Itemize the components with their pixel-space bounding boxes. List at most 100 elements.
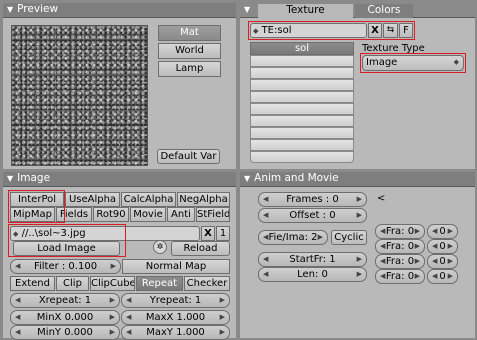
texture-channel-slot[interactable] bbox=[250, 139, 354, 151]
arrow-right-icon[interactable]: ▶ bbox=[220, 294, 225, 307]
image-browse-icon[interactable]: ◆ bbox=[13, 230, 18, 238]
preview-header[interactable]: ▼ Preview bbox=[3, 3, 236, 18]
default-var-button[interactable]: Default Var bbox=[157, 149, 220, 164]
fra-slider[interactable]: ◀ Fra: 0 ▶ bbox=[375, 239, 425, 254]
arrow-left-icon[interactable]: ◀ bbox=[432, 225, 437, 238]
minx-slider[interactable]: ◀ MinX 0.000 ▶ bbox=[10, 310, 120, 325]
texture-browse-icon[interactable]: ◆ bbox=[253, 27, 258, 35]
movie-toggle[interactable]: Movie bbox=[130, 207, 166, 222]
interpol-toggle[interactable]: InterPol bbox=[10, 192, 64, 207]
arrow-left-icon[interactable]: ◀ bbox=[15, 260, 20, 273]
collapse-triangle-icon[interactable]: ▼ bbox=[244, 172, 250, 185]
arrow-left-icon[interactable]: ◀ bbox=[126, 311, 131, 324]
fie-ima-slider[interactable]: ◀ Fie/Ima: 2 ▶ bbox=[258, 230, 328, 245]
texture-channel-slot[interactable] bbox=[250, 91, 354, 103]
reload-button[interactable]: Reload bbox=[171, 241, 230, 256]
tab-colors[interactable]: Colors bbox=[355, 4, 413, 18]
calcalpha-toggle[interactable]: CalcAlpha bbox=[121, 192, 176, 207]
fra-count-slider[interactable]: ◀ 0 ▶ bbox=[427, 224, 458, 239]
load-image-button[interactable]: Load Image bbox=[13, 241, 120, 256]
arrow-right-icon[interactable]: ▶ bbox=[448, 240, 453, 253]
arrow-left-icon[interactable]: ◀ bbox=[15, 326, 20, 339]
arrow-left-icon[interactable]: ◀ bbox=[432, 255, 437, 268]
arrow-left-icon[interactable]: ◀ bbox=[263, 253, 268, 266]
arrow-right-icon[interactable]: ▶ bbox=[357, 253, 362, 266]
collapse-triangle-icon[interactable]: ▼ bbox=[244, 3, 250, 16]
normal-map-toggle[interactable]: Normal Map bbox=[122, 259, 230, 274]
arrow-left-icon[interactable]: ◀ bbox=[380, 270, 385, 283]
texture-delete-button[interactable]: X bbox=[368, 23, 382, 38]
image-users-button[interactable]: 1 bbox=[216, 226, 230, 241]
arrow-right-icon[interactable]: ▶ bbox=[110, 311, 115, 324]
checker-option[interactable]: Checker bbox=[184, 276, 230, 291]
arrow-right-icon[interactable]: ▶ bbox=[448, 270, 453, 283]
arrow-left-icon[interactable]: ◀ bbox=[263, 231, 268, 244]
fra-count-slider[interactable]: ◀ 0 ▶ bbox=[427, 254, 458, 269]
miny-slider[interactable]: ◀ MinY 0.000 ▶ bbox=[10, 325, 120, 340]
texture-auto-icon[interactable]: ⇆ bbox=[383, 23, 398, 38]
frames-slider[interactable]: ◀ Frames : 0 ▶ bbox=[258, 192, 367, 207]
arrow-left-icon[interactable]: ◀ bbox=[380, 240, 385, 253]
fields-toggle[interactable]: Fields bbox=[56, 207, 92, 222]
clipcube-option[interactable]: ClipCube bbox=[90, 276, 135, 291]
texture-channel-slot[interactable] bbox=[250, 79, 354, 91]
fra-slider[interactable]: ◀ Fra: 0 ▶ bbox=[375, 269, 425, 284]
arrow-right-icon[interactable]: ▶ bbox=[415, 255, 420, 268]
texture-channel-slot[interactable] bbox=[250, 115, 354, 127]
arrow-left-icon[interactable]: ◀ bbox=[263, 209, 268, 222]
arrow-left-icon[interactable]: ◀ bbox=[126, 294, 131, 307]
arrow-right-icon[interactable]: ▶ bbox=[318, 231, 323, 244]
startfr-slider[interactable]: ◀ StartFr: 1 ▶ bbox=[258, 252, 367, 267]
arrow-right-icon[interactable]: ▶ bbox=[357, 268, 362, 281]
offset-slider[interactable]: ◀ Offset : 0 ▶ bbox=[258, 208, 367, 223]
arrow-left-icon[interactable]: ◀ bbox=[380, 255, 385, 268]
stfield-toggle[interactable]: StField bbox=[196, 207, 230, 222]
arrow-left-icon[interactable]: ◀ bbox=[126, 326, 131, 339]
anti-toggle[interactable]: Anti bbox=[167, 207, 195, 222]
arrow-right-icon[interactable]: ▶ bbox=[110, 326, 115, 339]
clip-option[interactable]: Clip bbox=[56, 276, 89, 291]
fra-slider[interactable]: ◀ Fra: 0 ▶ bbox=[375, 254, 425, 269]
image-pack-icon[interactable]: ✲ bbox=[153, 240, 167, 254]
arrow-left-icon[interactable]: ◀ bbox=[15, 311, 20, 324]
tab-texture[interactable]: Texture bbox=[258, 4, 353, 18]
arrow-left-icon[interactable]: ◀ bbox=[263, 193, 268, 206]
anim-header[interactable]: ▼ Anim and Movie bbox=[240, 172, 475, 187]
arrow-left-icon[interactable]: ◀ bbox=[15, 294, 20, 307]
arrow-right-icon[interactable]: ▶ bbox=[357, 209, 362, 222]
repeat-option[interactable]: Repeat bbox=[136, 276, 183, 291]
len-slider[interactable]: ◀ Len: 0 ▶ bbox=[258, 267, 367, 282]
image-header[interactable]: ▼ Image bbox=[3, 172, 236, 187]
texture-channel-slot[interactable] bbox=[250, 67, 354, 79]
collapse-triangle-icon[interactable]: ▼ bbox=[7, 3, 13, 16]
xrepeat-slider[interactable]: ◀ Xrepeat: 1 ▶ bbox=[10, 293, 120, 308]
collapse-triangle-icon[interactable]: ▼ bbox=[7, 172, 13, 185]
texture-channel-slot[interactable] bbox=[250, 55, 354, 67]
yrepeat-slider[interactable]: ◀ Yrepeat: 1 ▶ bbox=[121, 293, 230, 308]
arrow-left-icon[interactable]: ◀ bbox=[432, 240, 437, 253]
filter-slider[interactable]: ◀ Filter : 0.100 ▶ bbox=[10, 259, 121, 274]
arrow-right-icon[interactable]: ▶ bbox=[415, 240, 420, 253]
arrow-right-icon[interactable]: ▶ bbox=[415, 270, 420, 283]
preview-lamp-button[interactable]: Lamp bbox=[158, 61, 221, 77]
preview-mat-button[interactable]: Mat bbox=[158, 25, 221, 41]
maxy-slider[interactable]: ◀ MaxY 1.000 ▶ bbox=[121, 325, 230, 340]
fra-count-slider[interactable]: ◀ 0 ▶ bbox=[427, 269, 458, 284]
fra-slider[interactable]: ◀ Fra: 0 ▶ bbox=[375, 224, 425, 239]
maxx-slider[interactable]: ◀ MaxX 1.000 ▶ bbox=[121, 310, 230, 325]
texture-channel-slot[interactable] bbox=[250, 127, 354, 139]
arrow-right-icon[interactable]: ▶ bbox=[357, 193, 362, 206]
arrow-left-icon[interactable]: ◀ bbox=[432, 270, 437, 283]
image-delete-button[interactable]: X bbox=[201, 226, 215, 241]
image-path-field[interactable]: ◆ //..\sol~3.jpg bbox=[10, 226, 200, 241]
arrow-right-icon[interactable]: ▶ bbox=[110, 294, 115, 307]
texture-channel-active[interactable]: sol bbox=[250, 42, 354, 55]
arrow-left-icon[interactable]: ◀ bbox=[380, 225, 385, 238]
extend-option[interactable]: Extend bbox=[10, 276, 55, 291]
arrow-right-icon[interactable]: ▶ bbox=[111, 260, 116, 273]
texture-type-dropdown[interactable]: Image ◆ bbox=[362, 55, 464, 71]
arrow-right-icon[interactable]: ▶ bbox=[448, 255, 453, 268]
texture-name-field[interactable]: ◆ TE:sol bbox=[250, 23, 367, 38]
mipmap-toggle[interactable]: MipMap bbox=[10, 207, 55, 222]
arrow-right-icon[interactable]: ▶ bbox=[448, 225, 453, 238]
